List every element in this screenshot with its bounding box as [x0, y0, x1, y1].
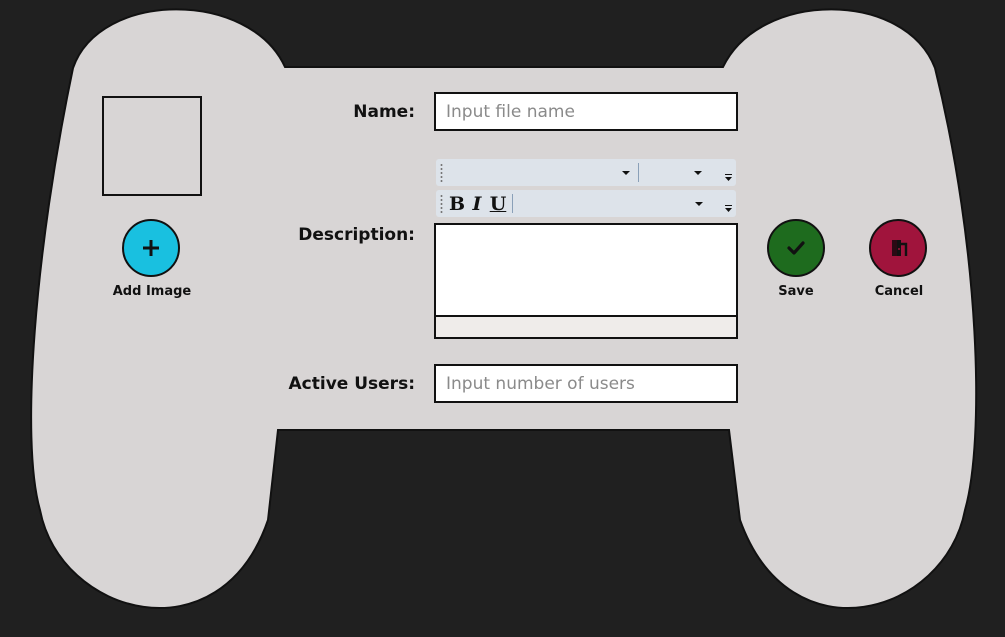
toolbar-grip[interactable]	[440, 163, 443, 182]
toolbar-overflow-icon[interactable]	[724, 173, 734, 183]
save-button[interactable]	[767, 219, 825, 277]
save-label: Save	[778, 284, 814, 299]
cancel-label: Cancel	[874, 284, 924, 299]
name-label: Name:	[353, 102, 415, 122]
editor-toolbar-row-2: B I U	[436, 190, 736, 217]
plus-icon	[143, 240, 159, 256]
name-input[interactable]	[434, 92, 738, 131]
toolbar-separator	[512, 194, 513, 213]
add-image-label: Add Image	[112, 284, 192, 299]
toolbar-overflow-icon[interactable]	[724, 204, 734, 214]
size-combo[interactable]	[642, 162, 704, 183]
chevron-down-icon	[694, 171, 702, 175]
active-users-input[interactable]	[434, 364, 738, 403]
checkmark-icon	[787, 241, 805, 255]
italic-button[interactable]: I	[468, 193, 486, 215]
exit-door-icon	[892, 240, 908, 256]
underline-button[interactable]: U	[489, 193, 507, 215]
chevron-down-icon	[622, 171, 630, 175]
bold-button[interactable]: B	[448, 193, 466, 215]
image-preview-box[interactable]	[102, 96, 202, 196]
toolbar-grip[interactable]	[440, 194, 443, 213]
editor-status-bar	[434, 315, 738, 339]
editor-toolbar-row-1	[436, 159, 736, 186]
color-combo[interactable]	[516, 193, 704, 214]
toolbar-separator	[638, 163, 639, 182]
chevron-down-icon	[695, 202, 703, 206]
active-users-label: Active Users:	[288, 374, 415, 394]
description-label: Description:	[298, 225, 415, 245]
description-editor[interactable]	[434, 223, 738, 317]
style-combo[interactable]	[448, 162, 632, 183]
add-image-button[interactable]	[122, 219, 180, 277]
cancel-button[interactable]	[869, 219, 927, 277]
